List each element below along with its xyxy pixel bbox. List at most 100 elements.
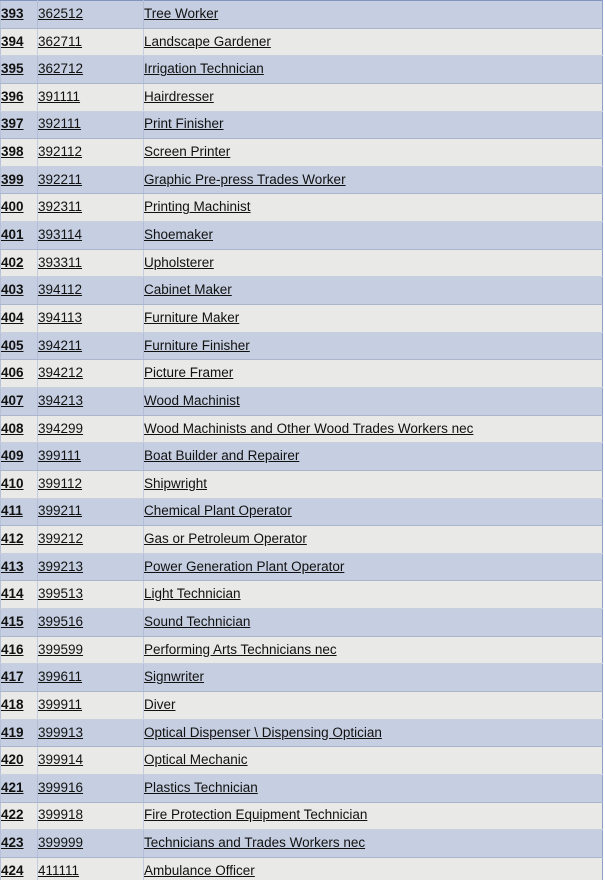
table-row[interactable]: 414 399513 Light Technician xyxy=(0,580,603,610)
table-row[interactable]: 404 394113 Furniture Maker xyxy=(0,304,603,333)
table-row[interactable]: 410 399112 Shipwright xyxy=(0,470,603,499)
table-row[interactable]: 413 399213 Power Generation Plant Operator xyxy=(0,553,603,582)
table-row[interactable]: 401 393114 Shoemaker xyxy=(0,221,603,250)
table-row[interactable]: 393 362512 Tree Worker xyxy=(0,0,603,29)
table-row[interactable]: 418 399911 Diver xyxy=(0,691,603,720)
row-index-cell: 414 xyxy=(0,580,38,610)
row-index-cell: 403 xyxy=(0,276,38,306)
table-row[interactable]: 420 399914 Optical Mechanic xyxy=(0,746,603,775)
occupation-title-cell-text: Gas or Petroleum Operator xyxy=(144,531,307,547)
row-index-cell: 398 xyxy=(0,138,38,167)
row-index-cell: 410 xyxy=(0,470,38,499)
occupation-title-cell: Diver xyxy=(143,691,603,720)
occupation-code-cell-text: 399211 xyxy=(38,503,83,519)
table-row[interactable]: 406 394212 Picture Framer xyxy=(0,359,603,388)
occupation-title-cell: Sound Technician xyxy=(143,608,603,637)
table-row[interactable]: 408 394299 Wood Machinists and Other Wood … xyxy=(0,415,603,444)
row-index-cell: 393 xyxy=(0,0,38,29)
occupation-code-cell-text: 399513 xyxy=(38,586,84,602)
occupation-title-cell: Graphic Pre-press Trades Worker xyxy=(143,166,603,195)
table-row[interactable]: 419 399913 Optical Dispenser \ Dispensing … xyxy=(0,719,603,748)
occupation-title-cell: Light Technician xyxy=(143,580,603,610)
occupation-title-cell: Printing Machinist xyxy=(143,193,603,223)
row-index-cell-text: 407 xyxy=(1,392,24,408)
table-row[interactable]: 422 399918 Fire Protection Equipment Techn… xyxy=(0,802,603,831)
row-index-cell: 413 xyxy=(0,553,38,582)
table-row[interactable]: 412 399212 Gas or Petroleum Operator xyxy=(0,525,603,554)
occupation-code-cell: 399916 xyxy=(37,774,144,803)
table-row[interactable]: 423 399999 Technicians and Trades Workers … xyxy=(0,829,603,858)
table-body: 393 362512 Tree Worker 394 362711 Landscape G… xyxy=(0,0,603,880)
occupation-code-cell-text: 394113 xyxy=(38,309,83,325)
table-row[interactable]: 424 411111 Ambulance Officer xyxy=(0,857,603,880)
occupation-title-cell: Plastics Technician xyxy=(143,774,603,803)
occupation-title-cell-text: Tree Worker xyxy=(144,5,219,21)
row-index-cell: 395 xyxy=(0,55,38,84)
table-row[interactable]: 399 392211 Graphic Pre-press Trades Worker xyxy=(0,166,603,195)
occupation-code-cell: 399112 xyxy=(37,470,144,499)
occupation-code-cell: 362712 xyxy=(37,55,144,84)
row-index-cell: 396 xyxy=(0,83,38,112)
row-index-cell-text: 411 xyxy=(1,503,23,519)
occupation-code-cell: 399516 xyxy=(37,608,144,637)
table-row[interactable]: 411 399211 Chemical Plant Operator xyxy=(0,498,603,527)
occupation-title-cell-text: Landscape Gardener xyxy=(144,33,271,49)
row-index-cell-text: 416 xyxy=(1,641,24,657)
occupation-title-cell: Hairdresser xyxy=(143,83,603,112)
occupation-title-cell: Picture Framer xyxy=(143,359,603,388)
row-index-cell: 411 xyxy=(0,498,38,527)
table-row[interactable]: 396 391111 Hairdresser xyxy=(0,83,603,112)
occupation-code-cell: 399213 xyxy=(37,553,144,582)
table-row[interactable]: 400 392311 Printing Machinist xyxy=(0,193,603,223)
occupation-title-cell: Furniture Maker xyxy=(143,304,603,333)
table-row[interactable]: 395 362712 Irrigation Technician xyxy=(0,55,603,84)
occupation-code-cell-text: 399112 xyxy=(38,475,83,491)
table-row[interactable]: 415 399516 Sound Technician xyxy=(0,608,603,637)
table-row[interactable]: 407 394213 Wood Machinist xyxy=(0,387,603,416)
occupation-code-cell-text: 399111 xyxy=(38,448,82,464)
occupation-code-cell: 399599 xyxy=(37,636,144,665)
row-index-cell-text: 408 xyxy=(1,420,24,436)
row-index-cell-text: 420 xyxy=(1,752,24,768)
row-index-cell: 418 xyxy=(0,691,38,720)
occupation-code-cell: 399914 xyxy=(37,746,144,775)
row-index-cell-text: 418 xyxy=(1,696,24,712)
table-row[interactable]: 421 399916 Plastics Technician xyxy=(0,774,603,803)
table-row[interactable]: 417 399611 Signwriter xyxy=(0,663,603,693)
table-row[interactable]: 402 393311 Upholsterer xyxy=(0,249,603,278)
occupation-code-cell-text: 399516 xyxy=(38,613,84,629)
occupation-code-cell: 399111 xyxy=(37,442,144,471)
row-index-cell-text: 405 xyxy=(1,337,24,353)
row-index-cell-text: 406 xyxy=(1,365,24,381)
occupation-title-cell: Irrigation Technician xyxy=(143,55,603,84)
occupation-code-cell-text: 394112 xyxy=(38,282,83,298)
occupation-title-cell: Wood Machinists and Other Wood Trades Wo… xyxy=(143,415,603,444)
occupation-title-cell: Wood Machinist xyxy=(143,387,603,416)
occupation-title-cell: Print Finisher xyxy=(143,111,603,140)
table-row[interactable]: 403 394112 Cabinet Maker xyxy=(0,276,603,306)
occupation-title-cell-text: Hairdresser xyxy=(144,88,214,104)
occupation-code-cell-text: 394299 xyxy=(38,420,84,436)
occupation-code-cell: 399212 xyxy=(37,525,144,554)
table-row[interactable]: 405 394211 Furniture Finisher xyxy=(0,332,603,361)
occupation-title-cell-text: Fire Protection Equipment Technician xyxy=(144,807,368,823)
occupation-title-cell-text: Screen Printer xyxy=(144,144,231,160)
row-index-cell-text: 400 xyxy=(1,199,24,215)
occupation-code-cell-text: 393114 xyxy=(38,227,83,243)
table-row[interactable]: 409 399111 Boat Builder and Repairer xyxy=(0,442,603,471)
occupation-code-cell-text: 399212 xyxy=(38,531,84,547)
row-index-cell-text: 399 xyxy=(1,171,24,187)
table-row[interactable]: 394 362711 Landscape Gardener xyxy=(0,28,603,57)
occupation-title-cell-text: Shipwright xyxy=(144,475,208,491)
occupation-code-cell: 392112 xyxy=(37,138,144,167)
occupation-title-cell: Ambulance Officer xyxy=(143,857,603,880)
occupation-code-cell-text: 394213 xyxy=(38,392,84,408)
occupation-title-cell-text: Wood Machinists and Other Wood Trades Wo… xyxy=(144,420,474,436)
occupation-title-cell: Chemical Plant Operator xyxy=(143,498,603,527)
table-row[interactable]: 397 392111 Print Finisher xyxy=(0,111,603,140)
row-index-cell: 404 xyxy=(0,304,38,333)
table-row[interactable]: 398 392112 Screen Printer xyxy=(0,138,603,167)
row-index-cell: 400 xyxy=(0,193,38,223)
table-row[interactable]: 416 399599 Performing Arts Technicians nec xyxy=(0,636,603,665)
occupation-title-cell-text: Optical Dispenser \ Dispensing Optician xyxy=(144,724,382,740)
